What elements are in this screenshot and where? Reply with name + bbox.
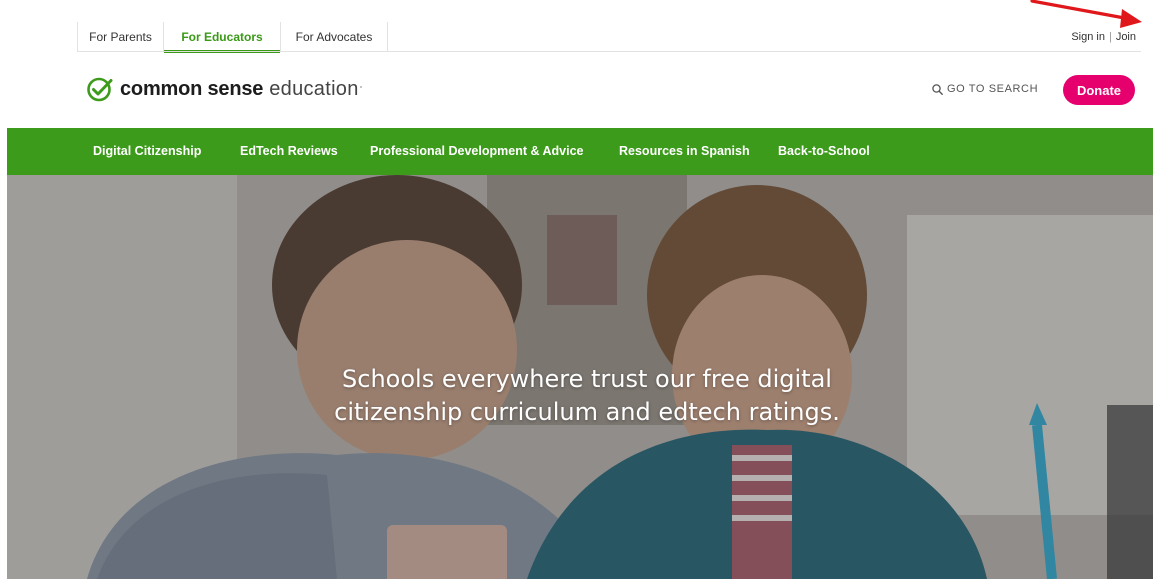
donate-button[interactable]: Donate (1063, 75, 1135, 105)
search-icon (932, 83, 943, 95)
main-nav: Digital Citizenship EdTech Reviews Profe… (7, 128, 1153, 175)
audience-bar: For Parents For Educators For Advocates … (0, 0, 1153, 53)
hero-headline: Schools everywhere trust our free digita… (307, 363, 867, 429)
logo-trademark: ° (359, 85, 363, 93)
account-links: Sign in | Join (1071, 31, 1136, 43)
nav-digital-citizenship[interactable]: Digital Citizenship (93, 128, 201, 175)
go-to-search-link[interactable]: GO TO SEARCH (932, 83, 1038, 95)
hero-banner: Schools everywhere trust our free digita… (7, 175, 1153, 579)
logo-text-bold: common sense (120, 77, 264, 100)
account-divider: | (1108, 31, 1112, 43)
hero-headline-line-1: Schools everywhere trust our free digita… (342, 365, 832, 393)
tab-for-advocates[interactable]: For Advocates (280, 22, 388, 52)
annotation-arrow-icon (1030, 0, 1142, 28)
sign-in-link[interactable]: Sign in (1071, 31, 1105, 43)
nav-professional-development[interactable]: Professional Development & Advice (370, 128, 584, 175)
tab-for-educators[interactable]: For Educators (163, 22, 280, 53)
search-label: GO TO SEARCH (947, 83, 1039, 95)
join-link[interactable]: Join (1116, 31, 1136, 43)
checkmark-logo-icon (87, 77, 113, 102)
logo-text-light: education (269, 77, 359, 100)
hero-headline-line-2: citizenship curriculum and edtech rating… (334, 398, 840, 426)
brand-row: common sense education ° GO TO SEARCH Do… (0, 52, 1153, 128)
nav-edtech-reviews[interactable]: EdTech Reviews (240, 128, 338, 175)
nav-resources-in-spanish[interactable]: Resources in Spanish (619, 128, 750, 175)
nav-back-to-school[interactable]: Back-to-School (778, 128, 870, 175)
common-sense-education-logo[interactable]: common sense education ° (87, 74, 362, 104)
tab-for-parents[interactable]: For Parents (77, 22, 163, 52)
